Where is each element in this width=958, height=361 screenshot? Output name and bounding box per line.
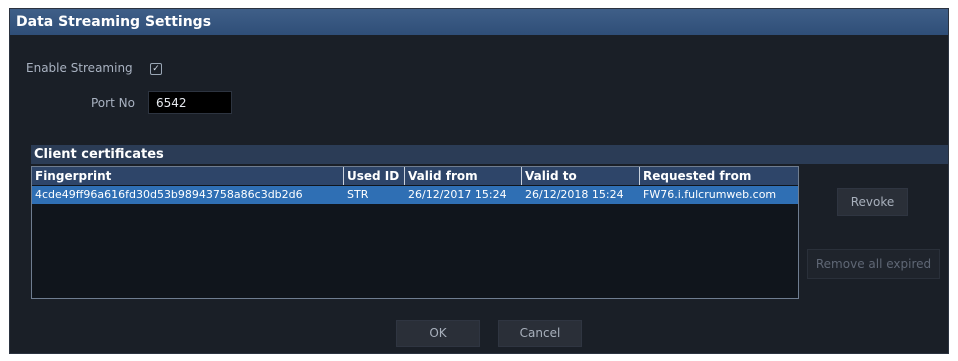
cell-valid-to: 26/12/2018 15:24 xyxy=(525,188,624,201)
port-no-label: Port No xyxy=(91,96,135,110)
cancel-button[interactable]: Cancel xyxy=(498,320,582,347)
table-row[interactable]: 4cde49ff96a616fd30d53b98943758a86c3db2d6… xyxy=(32,186,798,204)
revoke-button[interactable]: Revoke xyxy=(837,188,908,216)
enable-streaming-checkbox[interactable]: ✓ xyxy=(150,63,162,75)
port-no-input[interactable]: 6542 xyxy=(148,91,232,114)
cell-fingerprint: 4cde49ff96a616fd30d53b98943758a86c3db2d6 xyxy=(35,188,303,201)
column-valid-from[interactable]: Valid from xyxy=(405,167,522,185)
cell-valid-from: 26/12/2017 15:24 xyxy=(408,188,507,201)
client-certificates-header: Client certificates xyxy=(31,145,948,164)
cell-used-id: STR xyxy=(347,188,369,201)
table-header: Fingerprint Used ID Valid from Valid to … xyxy=(32,167,798,185)
cell-requested-from: FW76.i.fulcrumweb.com xyxy=(643,188,777,201)
data-streaming-settings-dialog: Data Streaming Settings Enable Streaming… xyxy=(9,8,949,354)
enable-streaming-label: Enable Streaming xyxy=(26,61,133,75)
remove-all-expired-button[interactable]: Remove all expired xyxy=(807,249,940,279)
column-valid-to[interactable]: Valid to xyxy=(522,167,640,185)
ok-button[interactable]: OK xyxy=(396,320,480,347)
dialog-title: Data Streaming Settings xyxy=(10,9,948,35)
column-fingerprint[interactable]: Fingerprint xyxy=(32,167,344,185)
certificates-table: Fingerprint Used ID Valid from Valid to … xyxy=(31,166,799,299)
column-used-id[interactable]: Used ID xyxy=(344,167,405,185)
column-requested-from[interactable]: Requested from xyxy=(640,167,799,185)
